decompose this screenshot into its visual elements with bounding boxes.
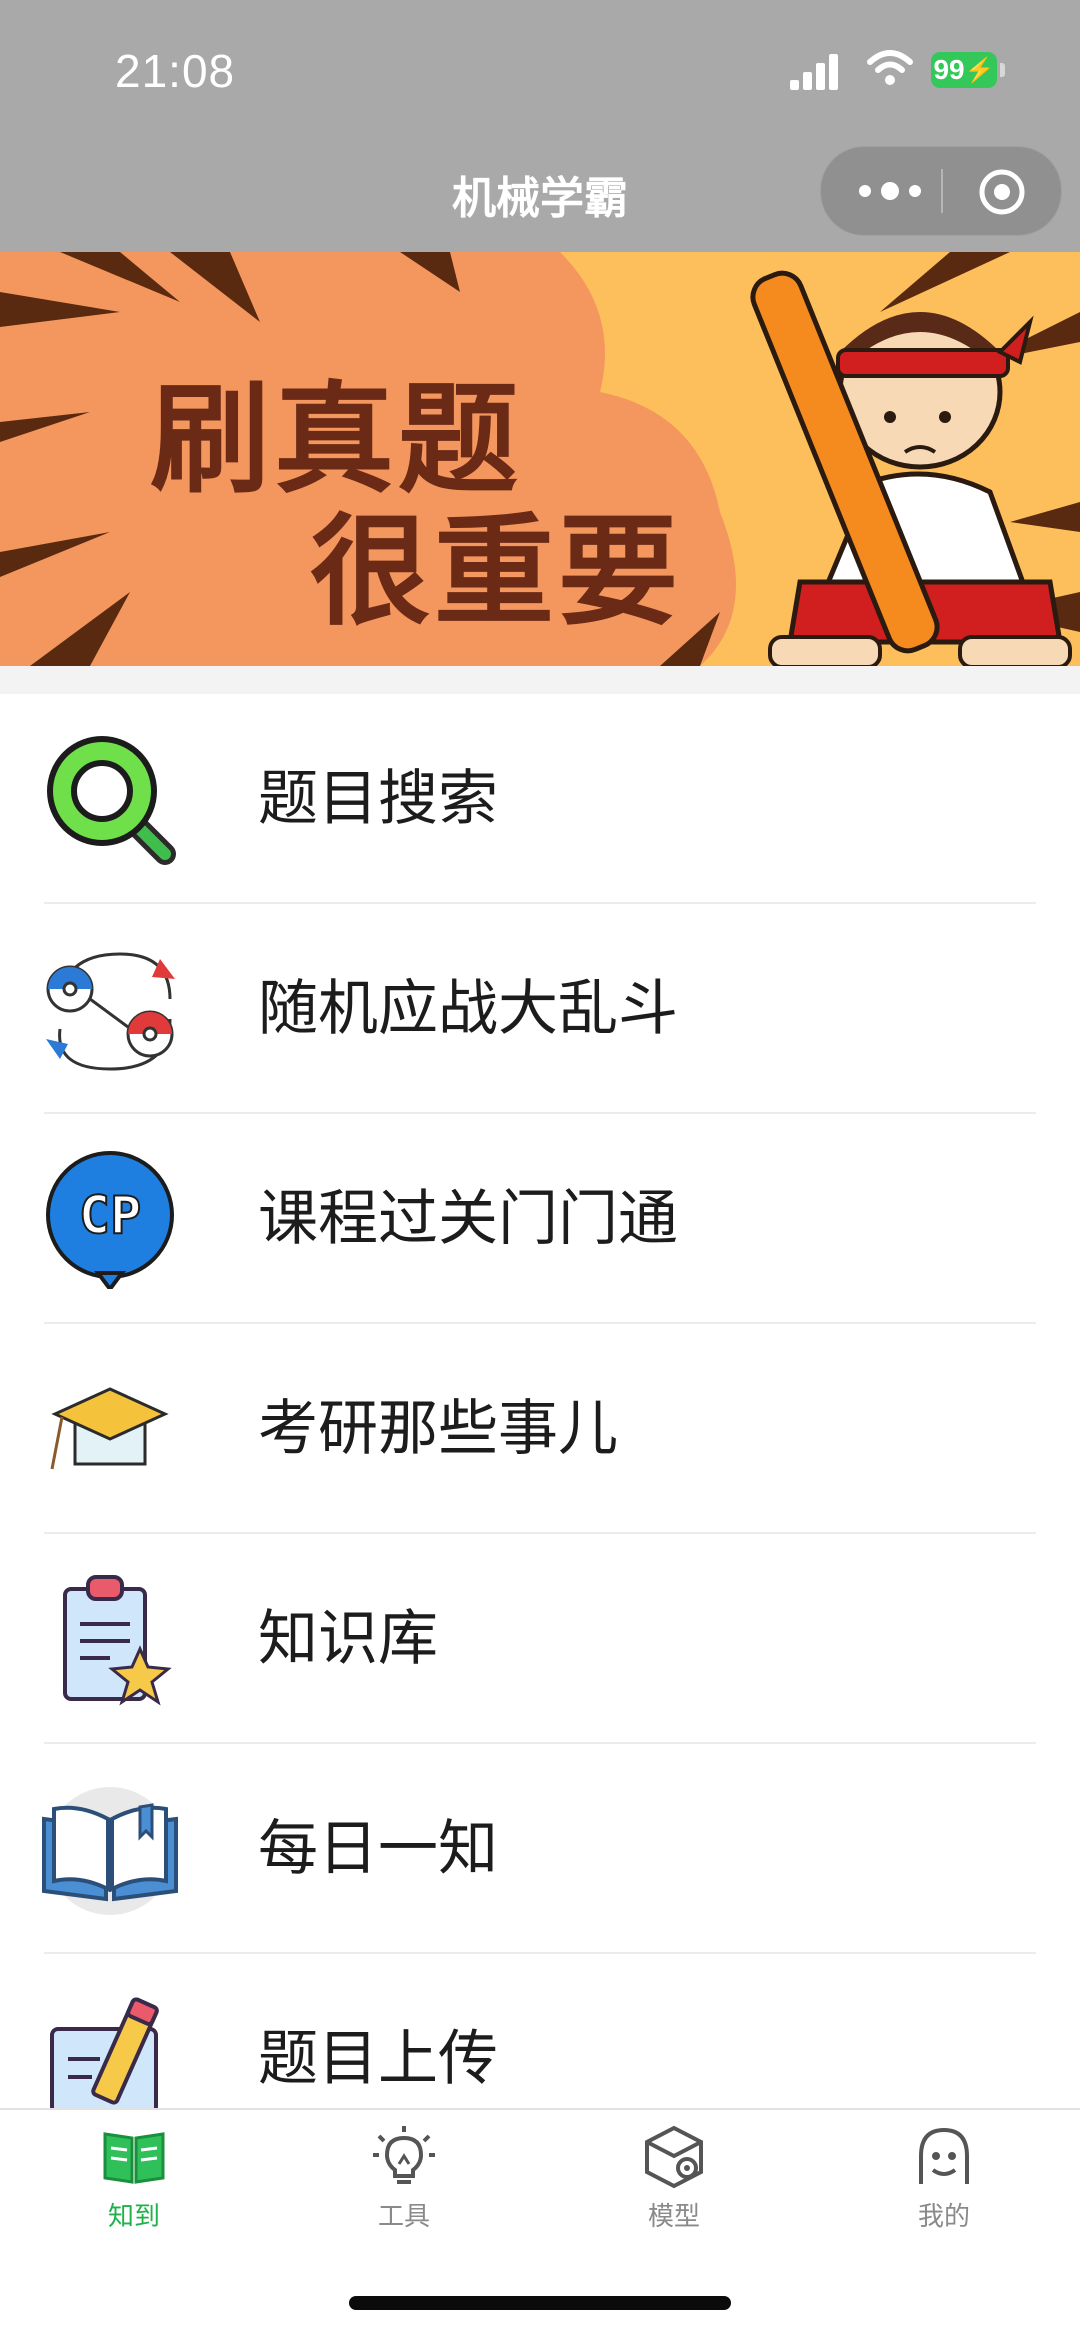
tab-label: 工具 (377, 2202, 430, 2232)
tab-zhidao[interactable]: 知到 (59, 2124, 209, 2244)
battery-level: 99 (933, 54, 965, 85)
tab-label: 知到 (107, 2202, 160, 2232)
capsule-divider (941, 169, 943, 213)
battery-nub (1000, 63, 1005, 77)
section-gap (0, 666, 1080, 694)
menu-item-random-battle[interactable]: 随机应战大乱斗 (0, 904, 1080, 1114)
lightbulb-icon (373, 2126, 435, 2184)
tab-models[interactable]: 模型 (599, 2124, 749, 2244)
menu-item-grad-exam[interactable]: 考研那些事儿 (0, 1324, 1080, 1534)
profile-face-icon (919, 2127, 969, 2184)
menu-item-label: 每日一知 (258, 1814, 498, 1884)
tab-tools[interactable]: 工具 (329, 2124, 479, 2244)
home-indicator (349, 2296, 731, 2310)
cp-badge-icon: CP (46, 1151, 174, 1289)
mini-program-capsule (820, 146, 1062, 236)
more-dots-icon[interactable] (855, 177, 925, 205)
charging-bolt-icon: ⚡ (964, 56, 995, 84)
graduation-cap-icon (50, 1387, 169, 1470)
menu-item-label: 随机应战大乱斗 (258, 974, 678, 1044)
menu-item-label: 考研那些事儿 (258, 1394, 618, 1464)
menu-item-knowledge-base[interactable]: 知识库 (0, 1534, 1080, 1744)
wifi-icon (867, 50, 913, 85)
status-time: 21:08 (115, 45, 236, 97)
menu-item-daily-knowledge[interactable]: 每日一知 (0, 1744, 1080, 1954)
battle-pokeball-icon (46, 952, 175, 1071)
tab-label: 我的 (917, 2202, 970, 2232)
clipboard-star-icon (63, 1575, 172, 1706)
menu-item-label: 题目搜索 (258, 764, 498, 834)
top-header: 21:08 99 ⚡ 机械学霸 (0, 0, 1080, 252)
cube-gear-icon (645, 2125, 703, 2189)
menu-item-course-pass[interactable]: CP 课程过关门门通 (0, 1114, 1080, 1324)
svg-text:CP: CP (79, 1186, 142, 1246)
menu-item-label: 课程过关门门通 (258, 1184, 678, 1254)
open-book-icon (42, 1787, 178, 1915)
cellular-signal-icon (790, 54, 838, 90)
menu-item-label: 知识库 (258, 1604, 438, 1674)
promo-banner[interactable]: 刷真题 很重要 (0, 252, 1080, 666)
menu-item-question-search[interactable]: 题目搜索 (0, 694, 1080, 904)
book-icon (103, 2132, 165, 2184)
tab-label: 模型 (647, 2202, 700, 2232)
battery-indicator: 99 ⚡ (931, 52, 997, 88)
tab-mine[interactable]: 我的 (869, 2124, 1019, 2244)
banner-headline-2: 很重要 (310, 503, 682, 642)
bottom-tab-bar: 知到 工具 模型 我的 (0, 2108, 1080, 2339)
search-magnifier-icon (47, 736, 176, 865)
target-close-icon[interactable] (977, 167, 1027, 217)
